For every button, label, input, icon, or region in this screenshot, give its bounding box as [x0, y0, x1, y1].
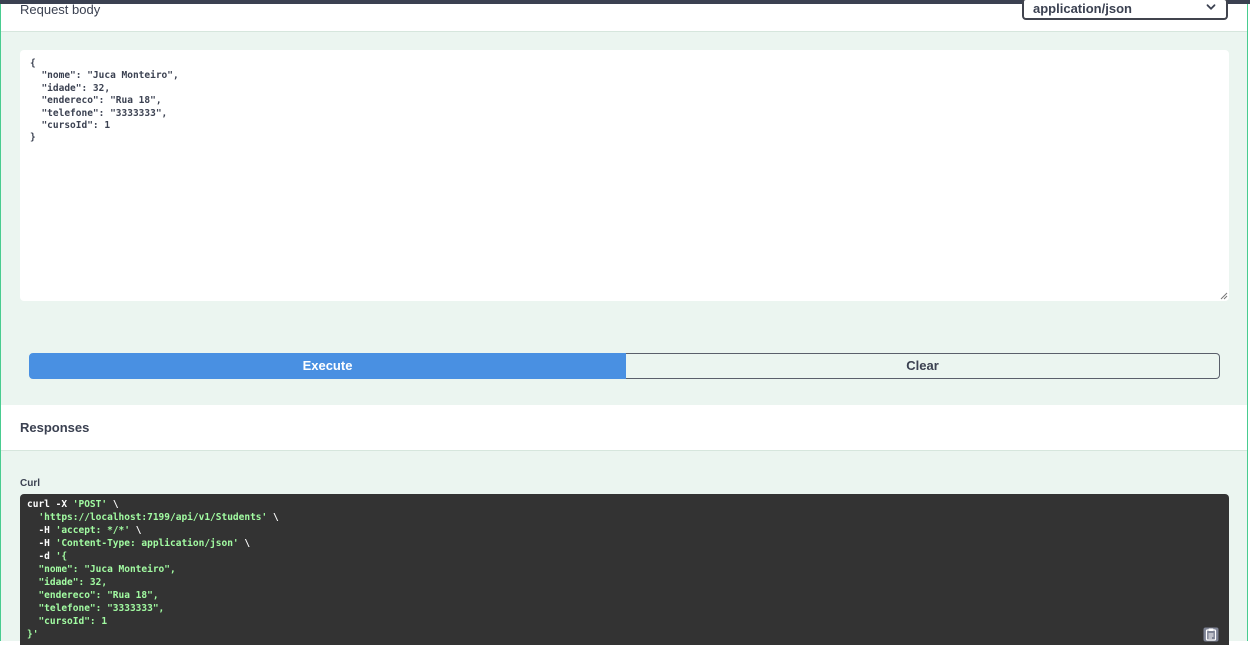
curl-command: curl -X 'POST' \ 'https://localhost:7199… [27, 499, 279, 641]
curl-token: \ [267, 511, 279, 523]
curl-string: "idade": 32, [27, 576, 108, 588]
request-body-editor[interactable]: { "nome": "Juca Monteiro", "idade": 32, … [20, 50, 1229, 301]
request-body-header: Request body application/json [1, 0, 1247, 32]
curl-line: curl -X 'POST' \ [27, 499, 119, 510]
curl-line: 'https://localhost:7199/api/v1/Students'… [27, 511, 279, 523]
curl-line: "cursoId": 1 [27, 616, 107, 627]
clear-button[interactable]: Clear [626, 353, 1220, 379]
content-type-value: application/json [1033, 1, 1132, 16]
curl-token: curl -X [27, 499, 73, 510]
curl-token: -H [27, 524, 56, 536]
curl-string: 'Content-Type: application/json' [55, 537, 239, 549]
curl-line: -H 'Content-Type: application/json' \ [27, 538, 250, 549]
responses-header: Responses [1, 405, 1247, 451]
curl-line: -d '{ [27, 551, 67, 562]
curl-line: "endereco": "Rua 18", [27, 589, 159, 601]
curl-string: 'POST' [72, 499, 108, 510]
execute-button[interactable]: Execute [29, 353, 626, 379]
curl-line: -H 'accept: */*' \ [27, 525, 141, 536]
curl-label: Curl [20, 478, 40, 489]
copy-to-clipboard-icon[interactable] [1203, 626, 1219, 642]
resize-handle-icon[interactable] [1220, 292, 1228, 300]
post-operation-block: Request body application/json { "nome": … [0, 0, 1248, 645]
curl-token: \ [129, 524, 142, 536]
curl-token: \ [238, 537, 251, 549]
content-type-select[interactable]: application/json [1022, 0, 1228, 20]
curl-token: -d [27, 550, 56, 562]
curl-string: "endereco": "Rua 18", [27, 589, 159, 601]
curl-string: 'accept: */*' [55, 524, 130, 536]
curl-string: 'https://localhost:7199/api/v1/Students' [38, 511, 268, 523]
curl-token: \ [107, 499, 119, 510]
curl-string: '{ [55, 550, 68, 562]
curl-string: "cursoId": 1 [27, 615, 108, 627]
responses-title: Responses [20, 420, 90, 435]
curl-token [27, 512, 38, 523]
curl-line: "idade": 32, [27, 577, 107, 588]
curl-line: }' [27, 629, 38, 640]
curl-string: "nome": "Juca Monteiro", [27, 563, 176, 575]
curl-line: "telefone": "3333333", [27, 603, 164, 614]
curl-string: }' [27, 628, 39, 640]
curl-line: "nome": "Juca Monteiro", [27, 563, 176, 575]
request-body-title: Request body [20, 2, 101, 17]
curl-code-block[interactable]: curl -X 'POST' \ 'https://localhost:7199… [20, 494, 1229, 645]
chevron-down-icon [1206, 4, 1216, 10]
curl-token: -H [27, 537, 56, 549]
curl-string: "telefone": "3333333", [27, 602, 165, 614]
